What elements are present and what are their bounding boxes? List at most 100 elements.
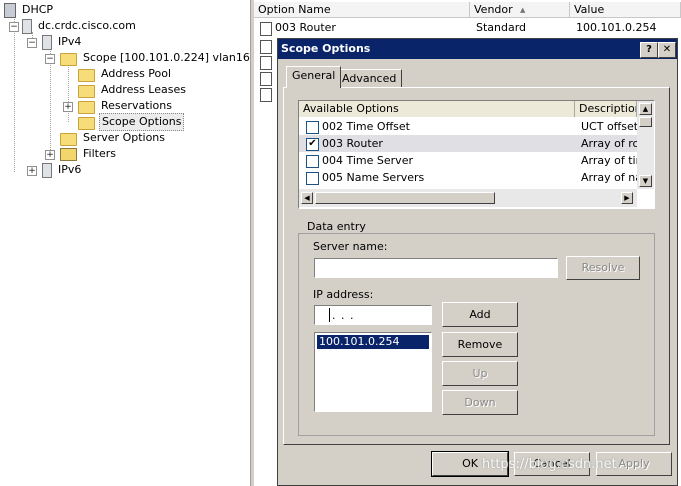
scope-options-dialog: Scope Options ? ✕ General Advanced Avail… bbox=[277, 38, 678, 486]
expand-icon[interactable]: + bbox=[45, 150, 55, 160]
up-button[interactable]: Up bbox=[442, 361, 518, 386]
option-icon bbox=[260, 22, 272, 36]
list-row-vendor: Standard bbox=[476, 21, 527, 34]
tree-label: Filters bbox=[83, 147, 116, 160]
tree-node-reservations[interactable]: Reservations bbox=[78, 98, 174, 114]
scroll-right-icon[interactable]: ▶ bbox=[621, 192, 633, 204]
address-pool-icon bbox=[78, 68, 95, 82]
option-row-004[interactable]: 004 Time Server Array of time bbox=[299, 152, 653, 169]
remove-button[interactable]: Remove bbox=[442, 332, 518, 357]
scroll-thumb[interactable] bbox=[639, 117, 652, 127]
tab-advanced[interactable]: Advanced bbox=[336, 69, 403, 88]
resolve-button[interactable]: Resolve bbox=[566, 256, 640, 280]
tree-label: DHCP bbox=[22, 3, 54, 16]
tree-label: dc.crdc.cisco.com bbox=[38, 19, 136, 32]
list-row-value: 100.101.0.254 bbox=[576, 21, 657, 34]
tab-general[interactable]: General bbox=[286, 66, 342, 88]
server-name-label: Server name: bbox=[313, 240, 388, 253]
option-row-003[interactable]: ✔ 003 Router Array of rout bbox=[299, 135, 651, 152]
tree-node-address-pool[interactable]: Address Pool bbox=[78, 66, 173, 82]
horizontal-scrollbar[interactable]: ◀ ▶ bbox=[299, 189, 637, 207]
ip-address-field[interactable]: . . . bbox=[314, 305, 432, 325]
option-icon bbox=[260, 56, 272, 70]
tree-node-filters[interactable]: Filters bbox=[60, 146, 118, 162]
option-name: 004 Time Server bbox=[322, 154, 413, 167]
scroll-left-icon[interactable]: ◀ bbox=[301, 192, 313, 204]
scope-options-icon bbox=[78, 116, 95, 130]
tree-node-scope-options[interactable]: Scope Options bbox=[78, 113, 185, 131]
column-header-label: Vendor bbox=[474, 3, 513, 16]
tree-node-server-options[interactable]: Server Options bbox=[60, 130, 167, 146]
option-name: 003 Router bbox=[322, 137, 383, 150]
text-caret bbox=[329, 308, 330, 322]
dhcp-icon bbox=[4, 2, 16, 18]
ipv6-icon bbox=[42, 162, 52, 178]
scope-folder-icon bbox=[60, 52, 77, 66]
help-button[interactable]: ? bbox=[640, 42, 658, 58]
tree-node-ipv6[interactable]: IPv6 bbox=[42, 162, 83, 178]
scroll-down-icon[interactable]: ▼ bbox=[639, 175, 652, 187]
list-row-name[interactable]: 003 Router bbox=[275, 20, 336, 35]
tree-node-scope[interactable]: Scope [100.101.0.224] vlan169 bbox=[60, 50, 259, 66]
tree-line bbox=[50, 60, 51, 156]
column-header-value[interactable]: Value bbox=[570, 2, 681, 18]
ip-address-list[interactable]: 100.101.0.254 bbox=[314, 332, 432, 412]
option-checkbox[interactable] bbox=[306, 172, 319, 185]
scroll-thumb[interactable] bbox=[315, 192, 495, 204]
tree-label: Scope Options bbox=[99, 113, 185, 131]
dialog-titlebar[interactable]: Scope Options ? ✕ bbox=[278, 39, 677, 59]
tree-label: Scope [100.101.0.224] vlan169 bbox=[83, 51, 257, 64]
option-name: 002 Time Offset bbox=[322, 120, 410, 133]
ip-address-value: . . . bbox=[332, 309, 355, 322]
expand-icon[interactable]: + bbox=[63, 102, 73, 112]
option-icon bbox=[260, 40, 272, 54]
console-tree: DHCP − dc.crdc.cisco.com − IPv4 − Scope … bbox=[0, 0, 257, 486]
sort-asc-icon: ▲ bbox=[520, 6, 526, 14]
dialog-title: Scope Options bbox=[281, 42, 371, 55]
server-options-icon bbox=[60, 132, 77, 146]
collapse-icon[interactable]: − bbox=[9, 22, 19, 32]
down-button[interactable]: Down bbox=[442, 390, 518, 415]
column-header-vendor[interactable]: Vendor ▲ bbox=[470, 2, 570, 18]
option-checkbox[interactable] bbox=[306, 121, 319, 134]
tree-node-address-leases[interactable]: Address Leases bbox=[78, 82, 188, 98]
available-options-listview[interactable]: Available Options Description 002 Time O… bbox=[298, 100, 655, 209]
ipv4-icon bbox=[42, 34, 52, 50]
vertical-scrollbar[interactable]: ▲ ▼ bbox=[637, 101, 654, 189]
option-row-002[interactable]: 002 Time Offset UCT offset i bbox=[299, 118, 645, 135]
close-button[interactable]: ✕ bbox=[658, 42, 676, 58]
option-icon bbox=[260, 72, 272, 86]
option-icon bbox=[260, 88, 272, 102]
tree-label: Address Leases bbox=[101, 83, 186, 96]
column-header-description[interactable]: Description bbox=[575, 101, 637, 117]
address-leases-icon bbox=[78, 84, 95, 98]
collapse-icon[interactable]: − bbox=[27, 38, 37, 48]
option-checkbox[interactable] bbox=[306, 155, 319, 168]
column-header-available-options[interactable]: Available Options bbox=[299, 101, 575, 117]
tree-label: IPv4 bbox=[58, 35, 82, 48]
reservations-icon bbox=[78, 100, 95, 114]
option-name: 005 Name Servers bbox=[322, 171, 425, 184]
tree-node-dhcp[interactable]: DHCP bbox=[4, 2, 55, 18]
option-checkbox-checked[interactable]: ✔ bbox=[306, 138, 319, 151]
server-name-field[interactable] bbox=[314, 258, 558, 278]
tree-line bbox=[14, 16, 15, 172]
tree-label: Reservations bbox=[101, 99, 172, 112]
tree-label: Address Pool bbox=[101, 67, 172, 80]
add-button[interactable]: Add bbox=[442, 302, 518, 327]
ip-address-label: IP address: bbox=[313, 288, 374, 301]
data-entry-label: Data entry bbox=[305, 220, 368, 233]
column-header-option-name[interactable]: Option Name bbox=[254, 2, 470, 18]
tree-label: Server Options bbox=[83, 131, 166, 144]
tree-label: IPv6 bbox=[58, 163, 82, 176]
option-row-005[interactable]: 005 Name Servers Array of nam bbox=[299, 169, 653, 186]
collapse-icon[interactable]: − bbox=[45, 54, 55, 64]
expand-icon[interactable]: + bbox=[27, 166, 37, 176]
option-description: UCT offset i bbox=[581, 120, 645, 133]
server-icon bbox=[22, 18, 32, 34]
tree-node-ipv4[interactable]: IPv4 bbox=[42, 34, 83, 50]
tree-node-server[interactable]: dc.crdc.cisco.com bbox=[22, 18, 138, 34]
scroll-up-icon[interactable]: ▲ bbox=[639, 103, 652, 115]
ip-list-item-selected[interactable]: 100.101.0.254 bbox=[317, 335, 429, 349]
filter-icon bbox=[60, 147, 77, 161]
